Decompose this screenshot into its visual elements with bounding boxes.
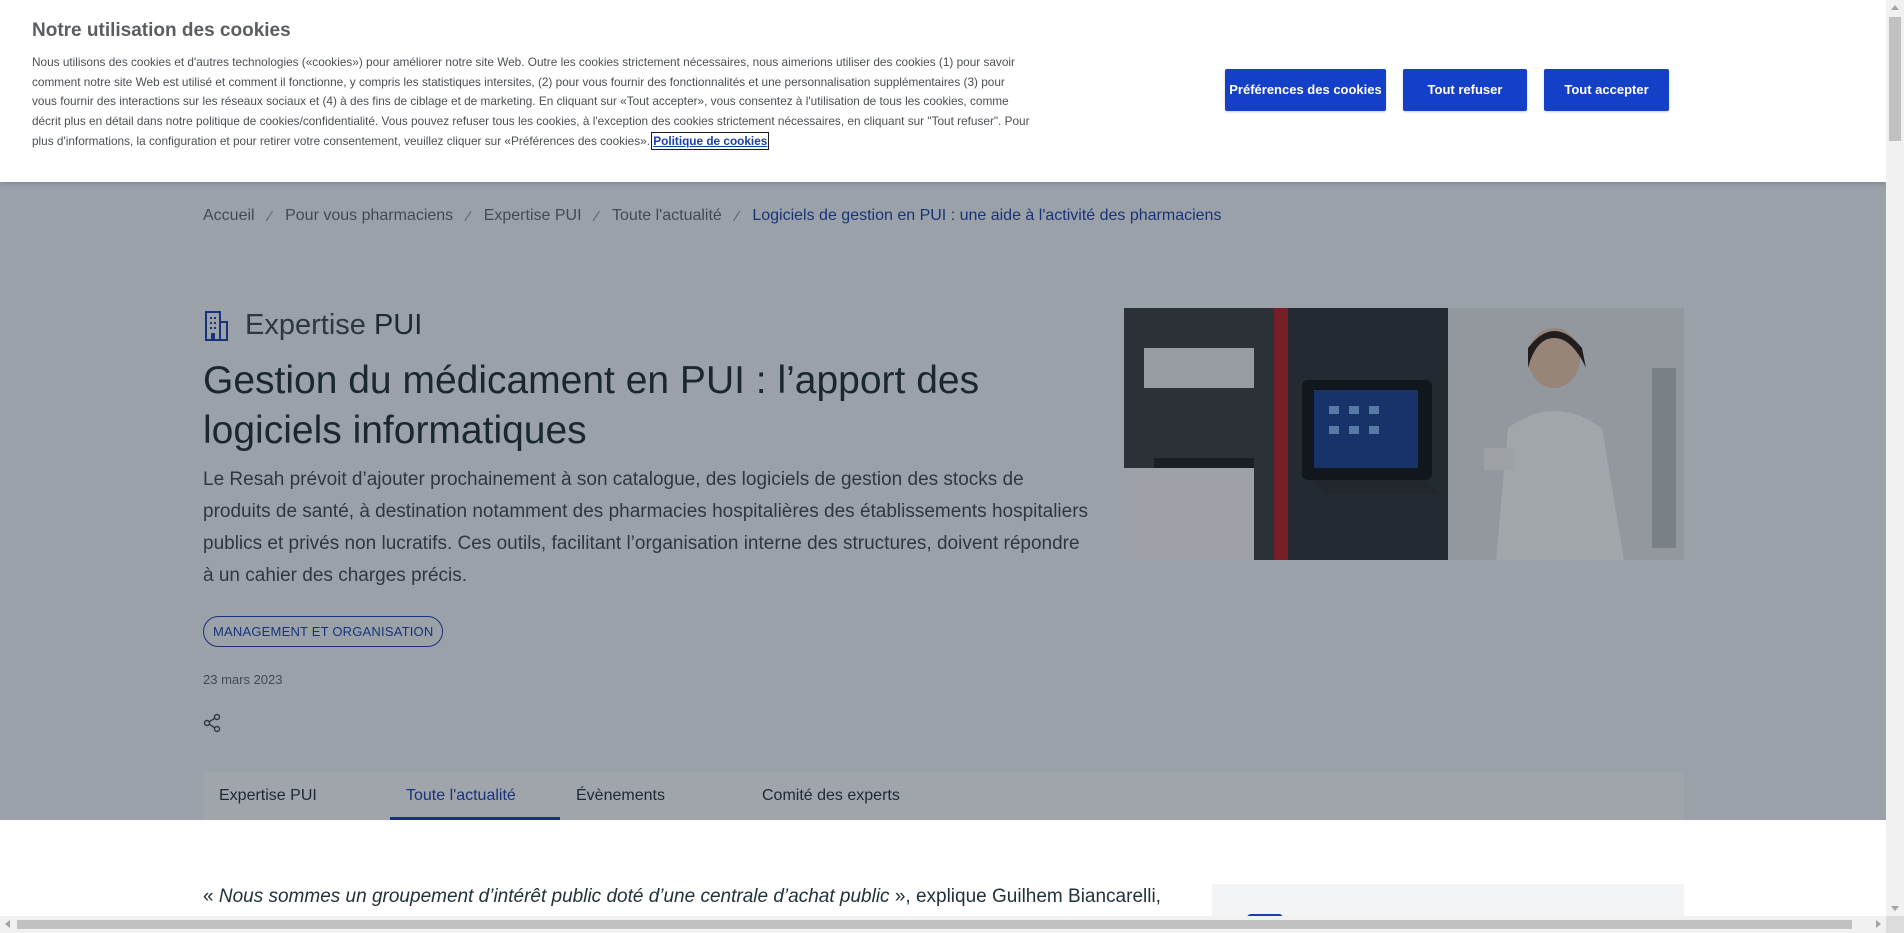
section-name: Expertise PUI [245,309,423,341]
cookie-description: Nous utilisons des cookies et d'autres t… [32,55,1030,150]
scroll-up-icon[interactable] [1891,5,1899,10]
section-label: Expertise PUI [203,309,422,342]
building-icon [205,310,228,341]
accept-all-button[interactable]: Tout accepter [1544,69,1669,111]
share-icon[interactable] [203,713,221,733]
breadcrumb-separator: ⁄ [467,207,470,225]
tab-evenements[interactable]: Évènements [560,772,746,820]
breadcrumb-item-current: Logiciels de gestion en PUI : une aide à… [752,207,1222,224]
aside-card [1212,884,1684,916]
breadcrumb-separator: ⁄ [595,207,599,225]
tab-toute-actualite[interactable]: Toute l'actualité [390,772,560,820]
vertical-scrollbar[interactable] [1886,0,1904,916]
breadcrumb: Accueil ⁄ Pour vous pharmaciens ⁄ Expert… [203,207,1221,225]
cookie-preferences-button[interactable]: Préférences des cookies [1225,69,1386,111]
topic-tag[interactable]: MANAGEMENT ET ORGANISATION [203,616,444,647]
page: Accueil ⁄ Pour vous pharmaciens ⁄ Expert… [0,0,1886,916]
horizontal-scroll-thumb[interactable] [17,920,1852,929]
article-lead: Le Resah prévoit d’ajouter prochainement… [203,469,1089,586]
vertical-scroll-thumb[interactable] [1889,17,1901,141]
scroll-down-icon[interactable] [1891,906,1899,911]
breadcrumb-separator: ⁄ [268,207,272,225]
breadcrumb-item-pharmaciens[interactable]: Pour vous pharmaciens [285,207,453,225]
breadcrumb-item-expertise-pui[interactable]: Expertise PUI [484,207,582,225]
horizontal-scrollbar[interactable] [0,916,1886,933]
scroll-left-icon[interactable] [5,920,10,928]
cookie-title: Notre utilisation des cookies [32,20,291,41]
article-image [1124,308,1684,560]
breadcrumb-separator: ⁄ [735,207,739,225]
tab-expertise-pui[interactable]: Expertise PUI [203,772,390,820]
publication-date: 23 mars 2023 [203,672,283,687]
tab-comite-experts[interactable]: Comité des experts [746,772,966,820]
scroll-right-icon[interactable] [1876,920,1881,928]
section-tabs: Expertise PUI Toute l'actualité Évènemen… [203,772,1684,820]
cookie-banner: Notre utilisation des cookies Nous utili… [0,0,1886,182]
article-title: Gestion du médicament en PUI : l’apport … [203,359,980,452]
refuse-all-button[interactable]: Tout refuser [1403,69,1527,111]
breadcrumb-item-actualite[interactable]: Toute l'actualité [612,207,722,225]
article-quote: « Nous sommes un groupement d’intérêt pu… [203,886,1161,907]
breadcrumb-item-accueil[interactable]: Accueil [203,207,255,225]
scrollbar-corner [1886,916,1904,933]
cookie-policy-link[interactable]: Politique de cookies [651,131,770,150]
